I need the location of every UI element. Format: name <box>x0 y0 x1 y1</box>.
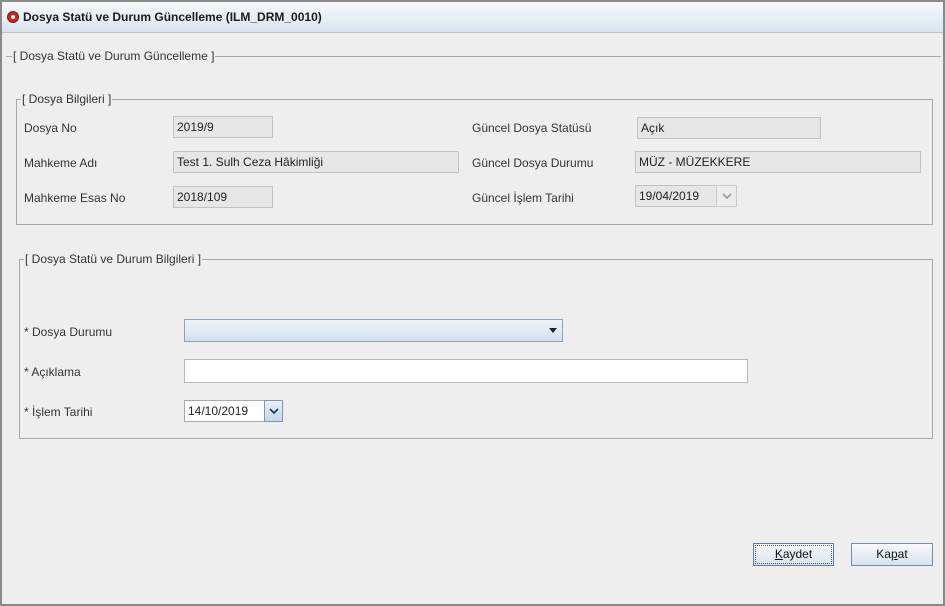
kapat-button[interactable]: Kapat <box>851 543 933 566</box>
app-logo-icon <box>7 11 19 23</box>
application-window: Dosya Statü ve Durum Güncelleme (ILM_DRM… <box>0 0 945 606</box>
file-info-legend: [ Dosya Bilgileri ] <box>21 92 113 106</box>
aciklama-input[interactable] <box>184 359 748 383</box>
kapat-label-end: at <box>897 547 908 561</box>
islem-tarihi-label: * İşlem Tarihi <box>24 405 93 419</box>
guncel-dosya-durumu-field: MÜZ - MÜZEKKERE <box>635 151 921 173</box>
guncel-islem-tarihi-button <box>716 185 737 207</box>
mahkeme-esas-no-label: Mahkeme Esas No <box>24 191 126 205</box>
dropdown-arrow-icon[interactable] <box>549 328 557 333</box>
dosya-no-label: Dosya No <box>24 121 77 135</box>
guncel-dosya-durumu-label: Güncel Dosya Durumu <box>472 156 594 170</box>
status-info-group: [ Dosya Statü ve Durum Bilgileri ] <box>19 252 933 439</box>
aciklama-label: * Açıklama <box>24 365 81 379</box>
kapat-label-start: Ka <box>876 547 891 561</box>
guncel-islem-tarihi-label: Güncel İşlem Tarihi <box>472 191 574 205</box>
dosya-durumu-dropdown[interactable] <box>184 319 563 342</box>
dosya-durumu-label: * Dosya Durumu <box>24 325 113 339</box>
kaydet-label-end: aydet <box>782 547 813 561</box>
status-info-legend: [ Dosya Statü ve Durum Bilgileri ] <box>24 252 203 266</box>
guncel-islem-tarihi-field: 19/04/2019 <box>635 185 717 207</box>
chevron-down-icon <box>721 192 732 199</box>
guncel-dosya-statusu-field: Açık <box>637 117 821 139</box>
islem-tarihi-field[interactable]: 14/10/2019 <box>184 400 266 422</box>
title-bar[interactable]: Dosya Statü ve Durum Güncelleme (ILM_DRM… <box>2 2 943 33</box>
mahkeme-adi-field: Test 1. Sulh Ceza Hâkimliği <box>173 151 459 173</box>
window-title: Dosya Statü ve Durum Güncelleme (ILM_DRM… <box>23 10 322 24</box>
guncel-dosya-statusu-label: Güncel Dosya Statüsü <box>472 121 592 135</box>
islem-tarihi-button[interactable] <box>264 400 283 422</box>
mahkeme-esas-no-field: 2018/109 <box>173 186 273 208</box>
dosya-no-field: 2019/9 <box>173 116 273 138</box>
chevron-down-icon <box>268 407 279 414</box>
kaydet-mnemonic: K <box>774 547 783 561</box>
kapat-mnemonic: p <box>890 547 898 561</box>
kaydet-button[interactable]: Kaydet <box>753 543 834 566</box>
mahkeme-adi-label: Mahkeme Adı <box>24 156 98 170</box>
main-panel-legend: [ Dosya Statü ve Durum Güncelleme ] <box>12 49 216 63</box>
